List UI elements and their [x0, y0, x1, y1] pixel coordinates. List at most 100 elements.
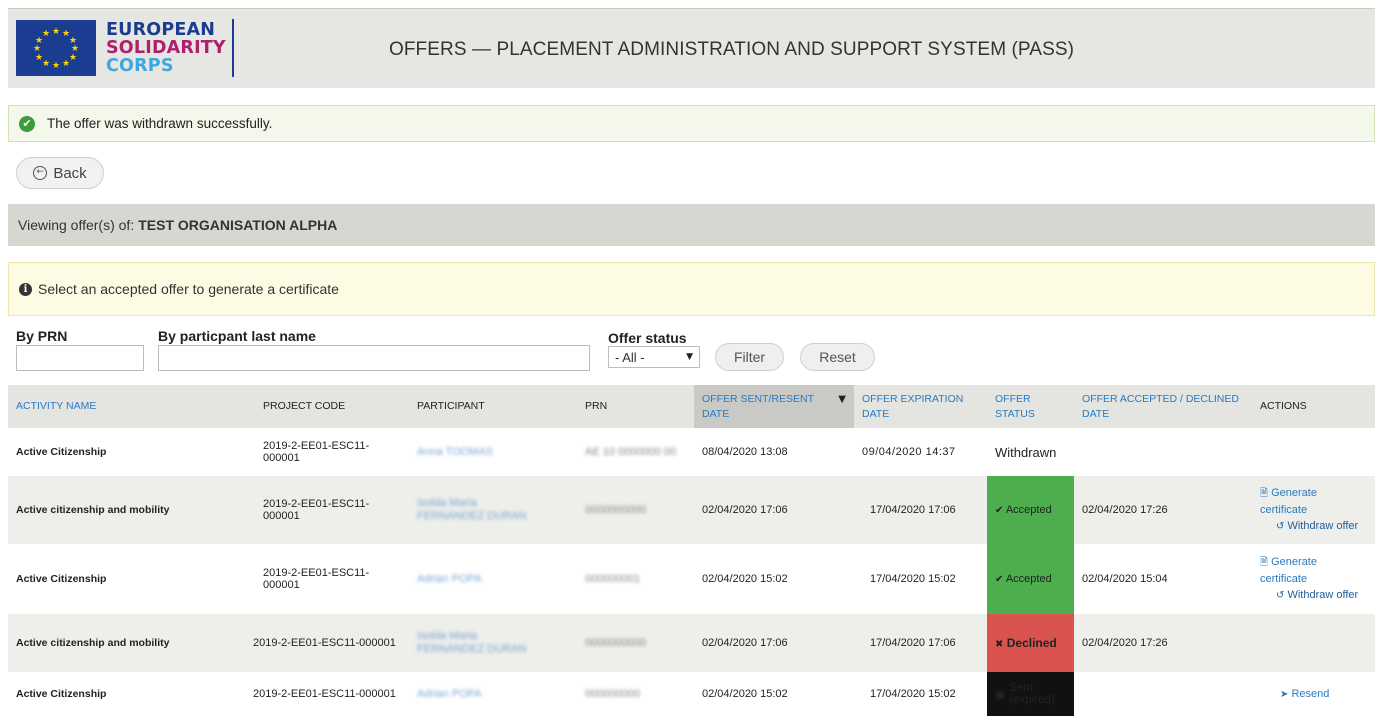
participant-link[interactable]: Anna TOOMAS	[417, 446, 493, 459]
status-badge: ✔ Accepted	[987, 544, 1074, 614]
check-icon: ✔	[995, 574, 1004, 585]
filter-button[interactable]: Filter	[715, 343, 784, 371]
sort-descending-icon: ▼	[838, 393, 846, 405]
cell-activity: Active Citizenship	[16, 573, 107, 585]
cell-participant[interactable]: Isolda Maria FERNANDEZ DURAN	[409, 614, 577, 672]
column-offer-accepted-date[interactable]: OFFER ACCEPTED / DECLINED DATE	[1074, 385, 1252, 428]
cell-project-code: 2019-2-EE01-ESC11-000001	[263, 440, 370, 464]
status-filter-select[interactable]: - All - ▼	[608, 346, 700, 368]
cell-activity: Active Citizenship	[16, 446, 107, 458]
reset-button[interactable]: Reset	[800, 343, 875, 371]
cell-sent-date: 08/04/2020 13:08	[702, 446, 788, 458]
status-label-line2: (expired)	[1009, 694, 1055, 706]
column-project-code: PROJECT CODE	[245, 385, 409, 428]
viewing-prefix: Viewing offer(s) of:	[18, 217, 135, 233]
cell-participant[interactable]: Anna TOOMAS	[409, 428, 577, 476]
generate-certificate-link[interactable]: 🗎 Generate certificate	[1260, 554, 1367, 587]
cell-participant[interactable]: Adrian POPA	[409, 544, 577, 614]
column-offer-status[interactable]: OFFER STATUS	[987, 385, 1074, 428]
back-button-label: Back	[53, 164, 87, 182]
table-row: Active Citizenship 2019-2-EE01-ESC11-000…	[8, 428, 1375, 476]
cell-expiration-date: 09/04/2020 14:37	[862, 446, 956, 458]
lastname-filter-input[interactable]	[158, 345, 590, 371]
cell-activity: Active citizenship and mobility	[8, 614, 245, 672]
cell-project-code: 2019-2-EE01-ESC11-000001	[263, 567, 370, 591]
undo-icon: ↺	[1276, 590, 1285, 601]
cell-actions	[1252, 428, 1375, 476]
document-icon: 🗎	[1260, 557, 1269, 568]
participant-link[interactable]: Adrian POPA	[417, 573, 482, 586]
cell-accepted-date	[1074, 672, 1252, 716]
viewing-bar: Viewing offer(s) of: TEST ORGANISATION A…	[8, 204, 1375, 246]
status-label: Accepted	[1005, 504, 1052, 516]
check-circle-icon: ✔	[19, 115, 35, 132]
cell-accepted-date: 02/04/2020 17:26	[1074, 476, 1252, 544]
column-offer-sent-date-label: OFFER SENT/RESENT DATE	[702, 392, 814, 420]
info-icon: i	[19, 282, 32, 296]
cell-actions: 🗎 Generate certificate ↺ Withdraw offer	[1252, 544, 1375, 614]
cell-accepted-date: 02/04/2020 17:26	[1074, 614, 1252, 672]
resend-offer-link[interactable]: ➤ Resend	[1260, 686, 1367, 703]
participant-link[interactable]: Isolda Maria FERNANDEZ DURAN	[417, 497, 537, 523]
chevron-down-icon: ▼	[686, 352, 693, 362]
prn-value: AE 10 0000000 00	[585, 445, 677, 458]
cell-participant[interactable]: Adrian POPA	[409, 672, 577, 716]
status-badge: ✖ Declined	[987, 614, 1074, 672]
status-filter-label: Offer status	[608, 330, 687, 346]
page-header: ★ ★ ★ ★ ★ ★ ★ ★ ★ ★ ★ ★ EUROPEAN SOLIDAR…	[8, 8, 1375, 88]
table-row: Active citizenship and mobility 2019-2-E…	[8, 476, 1375, 544]
back-button[interactable]: ← Back	[16, 157, 104, 189]
participant-link[interactable]: Isolda Maria FERNANDEZ DURAN	[417, 630, 537, 656]
offers-table: ACTIVITY NAME PROJECT CODE PARTICIPANT P…	[8, 385, 1375, 716]
column-offer-expiration-date[interactable]: OFFER EXPIRATION DATE	[854, 385, 987, 428]
participant-link[interactable]: Adrian POPA	[417, 688, 482, 701]
status-badge: Withdrawn	[995, 444, 1057, 460]
cell-actions: 🗎 Generate certificate ↺ Withdraw offer	[1252, 476, 1375, 544]
column-participant: PARTICIPANT	[409, 385, 577, 428]
cell-expiration-date: 17/04/2020 17:06	[854, 614, 987, 672]
withdraw-offer-label: Withdraw offer	[1287, 520, 1359, 532]
column-offer-sent-date[interactable]: ▼ OFFER SENT/RESENT DATE	[694, 385, 854, 428]
column-prn: PRN	[577, 385, 694, 428]
page-title: OFFERS — PLACEMENT ADMINISTRATION AND SU…	[388, 39, 1075, 60]
table-row: Active Citizenship 2019-2-EE01-ESC11-000…	[8, 544, 1375, 614]
resend-label: Resend	[1291, 687, 1330, 700]
cell-sent-date: 02/04/2020 17:06	[694, 476, 854, 544]
cell-prn: 0000000000	[577, 476, 694, 544]
withdraw-offer-link[interactable]: ↺ Withdraw offer	[1260, 518, 1367, 535]
lastname-filter-label: By particpant last name	[158, 328, 316, 344]
organisation-name: TEST ORGANISATION ALPHA	[138, 217, 338, 233]
status-filter-value: - All -	[615, 349, 645, 365]
success-message: The offer was withdrawn successfully.	[47, 116, 273, 131]
cell-actions: ➤ Resend	[1252, 672, 1375, 716]
success-alert: ✔ The offer was withdrawn successfully.	[8, 105, 1375, 142]
undo-icon: ↺	[1276, 521, 1285, 532]
cell-prn: AE 10 0000000 00	[577, 428, 694, 476]
generate-certificate-link[interactable]: 🗎 Generate certificate	[1260, 485, 1367, 518]
prn-filter-input[interactable]	[16, 345, 144, 371]
cell-prn: 0000000000	[577, 614, 694, 672]
cell-project-code: 2019-2-EE01-ESC11-000001	[245, 614, 409, 672]
cell-project-code: 2019-2-EE01-ESC11-000001	[253, 688, 396, 700]
cell-activity: Active Citizenship	[16, 688, 107, 700]
calendar-icon: ▣	[995, 687, 1007, 701]
check-icon: ✔	[995, 505, 1004, 516]
document-icon: 🗎	[1260, 488, 1269, 499]
generate-certificate-label: Generate certificate	[1260, 487, 1317, 516]
table-row: Active Citizenship 2019-2-EE01-ESC11-000…	[8, 672, 1375, 716]
column-activity-name[interactable]: ACTIVITY NAME	[8, 385, 245, 428]
logo-line-1: EUROPEAN	[106, 20, 216, 40]
cell-actions	[1252, 614, 1375, 672]
cell-expiration-date: 17/04/2020 17:06	[854, 476, 987, 544]
cell-participant[interactable]: Isolda Maria FERNANDEZ DURAN	[409, 476, 577, 544]
arrow-left-circle-icon: ←	[33, 166, 48, 180]
cell-activity: Active citizenship and mobility	[8, 476, 245, 544]
cell-expiration-date: 17/04/2020 15:02	[870, 573, 956, 585]
cell-expiration-date: 17/04/2020 15:02	[870, 688, 956, 700]
status-badge: ✔ Accepted	[987, 476, 1074, 544]
withdraw-offer-link[interactable]: ↺ Withdraw offer	[1260, 587, 1367, 604]
cell-sent-date: 02/04/2020 15:02	[702, 573, 788, 585]
send-icon: ➤	[1280, 688, 1289, 700]
prn-value: 0000000000	[585, 503, 647, 516]
prn-value: 000000000	[585, 687, 641, 700]
